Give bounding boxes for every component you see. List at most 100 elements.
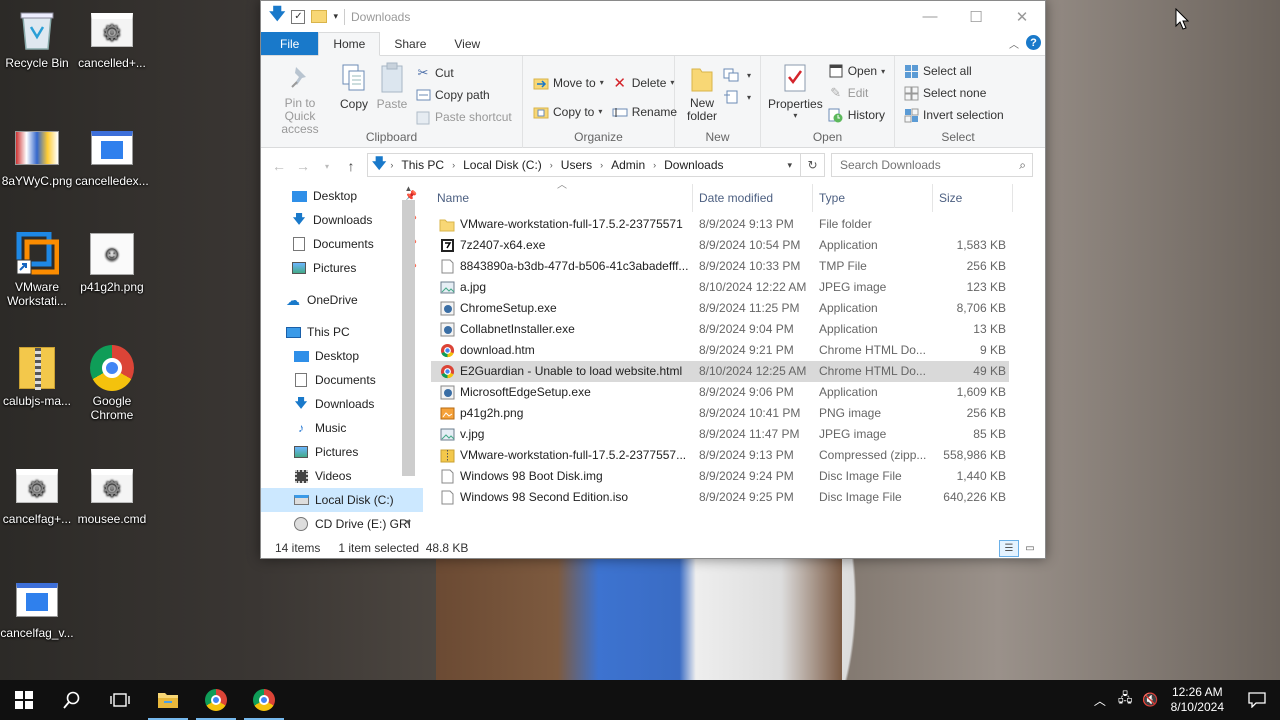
desktop-icon-mousee-cmd[interactable]: ⚙ mousee.cmd — [72, 464, 152, 526]
delete-button[interactable]: ✕ Delete ▾ — [612, 68, 677, 97]
column-header-size[interactable]: Size — [933, 184, 1013, 212]
nav-item-cd-drive[interactable]: CD Drive (E:) GRI — [261, 512, 423, 534]
edit-button[interactable]: ✎ Edit — [828, 82, 885, 104]
nav-item-pc-desktop[interactable]: Desktop — [261, 344, 423, 368]
clock[interactable]: 12:26 AM 8/10/2024 — [1171, 685, 1224, 715]
desktop-icon-cancelled-plus[interactable]: ⚙ cancelled+... — [72, 8, 152, 70]
forward-arrow-icon[interactable]: → — [291, 158, 315, 174]
search-button[interactable] — [48, 680, 96, 720]
table-row[interactable]: MicrosoftEdgeSetup.exe 8/9/2024 9:06 PM Ap… — [431, 382, 1009, 403]
table-row[interactable]: download.htm 8/9/2024 9:21 PM Chrome HTML … — [431, 340, 1009, 361]
paste-button[interactable]: Paste — [376, 62, 408, 136]
desktop-icon-cancelledex[interactable]: cancelledex... — [72, 126, 152, 188]
nav-item-quick-downloads[interactable]: 🡇Downloads📌 — [261, 208, 423, 232]
title-bar[interactable]: 🡇 ✓ ▾ Downloads — ☐ ✕ — [261, 1, 1045, 32]
desktop-icon-cancelfag-v[interactable]: cancelfag_v... — [0, 578, 77, 640]
tab-file[interactable]: File — [261, 32, 319, 55]
desktop-icon-google-chrome[interactable]: Google Chrome — [72, 345, 152, 422]
nav-item-pc-pictures[interactable]: Pictures — [261, 440, 423, 464]
nav-item-pc-videos[interactable]: Videos — [261, 464, 423, 488]
nav-item-local-disk[interactable]: Local Disk (C:) — [261, 488, 423, 512]
network-icon[interactable]: 🖧 — [1118, 689, 1133, 711]
rename-button[interactable]: Rename — [612, 97, 677, 126]
cut-button[interactable]: ✂ Cut — [415, 62, 512, 84]
navigation-pane-scrollbar[interactable]: ▲ ▼ — [401, 184, 416, 534]
history-button[interactable]: History — [828, 104, 885, 126]
column-header-type[interactable]: Type — [813, 184, 933, 212]
volume-muted-icon[interactable]: 🔇 — [1142, 692, 1158, 708]
table-row[interactable]: CollabnetInstaller.exe 8/9/2024 9:04 PM Ap… — [431, 319, 1009, 340]
quick-access-down-arrow-icon[interactable]: 🡇 — [269, 3, 285, 30]
customize-quick-access-chevron-icon[interactable]: ▾ — [333, 11, 338, 22]
close-button[interactable]: ✕ — [999, 1, 1045, 32]
breadcrumb-admin[interactable]: Admin › — [611, 158, 664, 172]
tab-view[interactable]: View — [440, 32, 494, 55]
breadcrumb-this-pc[interactable]: This PC › — [401, 158, 463, 172]
nav-item-quick-pictures[interactable]: Pictures📌 — [261, 256, 423, 280]
column-header-date[interactable]: Date modified — [693, 184, 813, 212]
move-to-button[interactable]: Move to ▾ — [533, 68, 604, 97]
nav-item-pc-downloads[interactable]: 🡇 Downloads — [261, 392, 423, 416]
table-row[interactable]: 7z2407-x64.exe 8/9/2024 10:54 PM Applicati… — [431, 235, 1009, 256]
large-icons-view-button[interactable]: ▭ — [1021, 540, 1039, 557]
properties-button[interactable]: Properties ▾ — [768, 62, 823, 124]
taskbar-chrome-2[interactable] — [240, 680, 288, 720]
breadcrumb-local-disk[interactable]: Local Disk (C:) › — [463, 158, 561, 172]
table-row[interactable]: v.jpg 8/9/2024 11:47 PM JPEG image 85 KB — [431, 424, 1009, 445]
tab-share[interactable]: Share — [380, 32, 440, 55]
notifications-icon[interactable] — [1234, 680, 1280, 720]
folder-icon[interactable] — [311, 10, 328, 23]
copy-to-button[interactable]: Copy to ▾ — [533, 97, 604, 126]
recent-locations-chevron-icon[interactable]: ▾ — [315, 162, 339, 171]
desktop-icon-recycle-bin[interactable]: Recycle Bin — [0, 8, 77, 70]
select-none-button[interactable]: Select none — [903, 82, 1017, 104]
select-all-button[interactable]: Select all — [903, 60, 1017, 82]
show-hidden-icons-chevron-icon[interactable]: ︿ — [1094, 692, 1106, 709]
table-row[interactable]: Windows 98 Second Edition.iso 8/9/2024 9:… — [431, 487, 1009, 508]
new-folder-button[interactable]: New folder — [684, 62, 720, 123]
start-button[interactable] — [0, 680, 48, 720]
address-bar[interactable]: 🡇 › This PC › Local Disk (C:) › Users › Adm… — [367, 153, 825, 177]
nav-item-this-pc[interactable]: This PC — [261, 320, 423, 344]
table-row[interactable]: ChromeSetup.exe 8/9/2024 11:25 PM Applicat… — [431, 298, 1009, 319]
paste-shortcut-button[interactable]: Paste shortcut — [415, 106, 512, 128]
help-icon[interactable]: ? — [1026, 35, 1041, 50]
scrollbar-thumb[interactable] — [402, 200, 415, 476]
back-arrow-icon[interactable]: ← — [267, 158, 291, 174]
table-row[interactable]: E2Guardian - Unable to load website.html… — [431, 361, 1009, 382]
search-input[interactable] — [840, 158, 1010, 172]
collapse-ribbon-chevron-icon[interactable]: ︿ — [1009, 36, 1019, 51]
open-button[interactable]: Open ▾ — [828, 60, 885, 82]
properties-check-icon[interactable]: ✓ — [291, 9, 306, 24]
scroll-down-arrow-icon[interactable]: ▼ — [401, 518, 416, 534]
desktop-icon-calubjs[interactable]: calubjs-ma... — [0, 346, 77, 408]
copy-button[interactable]: Copy — [338, 62, 370, 136]
breadcrumb-downloads[interactable]: Downloads — [664, 158, 723, 172]
scroll-up-arrow-icon[interactable]: ▲ — [401, 184, 416, 200]
nav-item-pc-music[interactable]: ♪ Music — [261, 416, 423, 440]
minimize-button[interactable]: — — [907, 1, 953, 32]
nav-item-quick-documents[interactable]: Documents📌 — [261, 232, 423, 256]
maximize-button[interactable]: ☐ — [953, 1, 999, 32]
desktop-icon-8aywyc[interactable]: 8aYWyC.png — [0, 126, 77, 188]
refresh-icon[interactable]: ↻ — [800, 154, 824, 176]
new-item-button[interactable]: ▾ — [723, 64, 751, 86]
invert-selection-button[interactable]: Invert selection — [903, 104, 1017, 126]
table-row[interactable]: 8843890a-b3db-477d-b506-41c3abadefff....… — [431, 256, 1009, 277]
nav-item-pc-documents[interactable]: Documents — [261, 368, 423, 392]
up-arrow-icon[interactable]: ↑ — [339, 158, 363, 174]
address-history-chevron-icon[interactable]: ▾ — [787, 160, 792, 171]
desktop-icon-p41g2h[interactable]: ☺ p41g2h.png — [72, 232, 152, 294]
copy-path-button[interactable]: Copy path — [415, 84, 512, 106]
nav-item-quick-desktop[interactable]: Desktop 📌 — [261, 184, 423, 208]
table-row[interactable]: VMware-workstation-full-17.5.2-2377557..… — [431, 445, 1009, 466]
pin-to-quick-access-button[interactable]: Pin to Quick access — [268, 62, 332, 136]
task-view-button[interactable] — [96, 680, 144, 720]
nav-item-onedrive[interactable]: ☁ OneDrive — [261, 288, 423, 312]
details-view-button[interactable]: ☰ — [999, 540, 1019, 557]
taskbar-file-explorer[interactable] — [144, 680, 192, 720]
easy-access-button[interactable]: ▾ — [723, 86, 751, 108]
table-row[interactable]: p41g2h.png 8/9/2024 10:41 PM PNG image 256 … — [431, 403, 1009, 424]
table-row[interactable]: a.jpg 8/10/2024 12:22 AM JPEG image 123 KB — [431, 277, 1009, 298]
table-row[interactable]: Windows 98 Boot Disk.img 8/9/2024 9:24 PM… — [431, 466, 1009, 487]
